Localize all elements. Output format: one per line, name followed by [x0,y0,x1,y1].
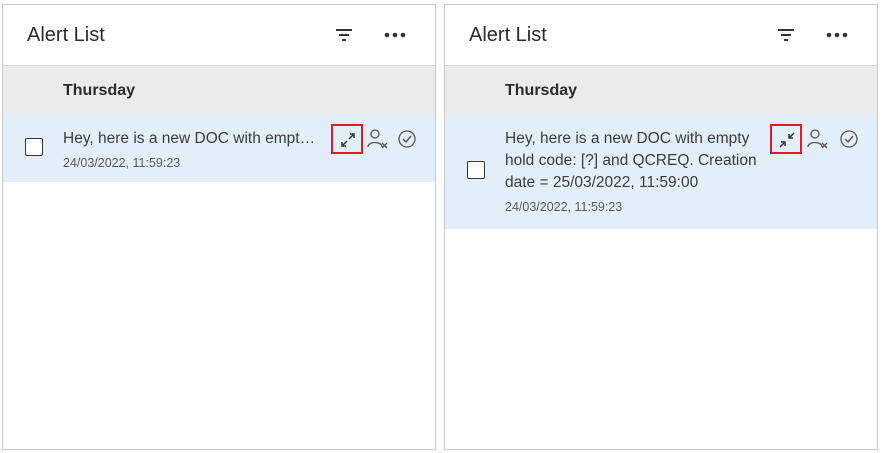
unassign-user-icon[interactable] [365,126,391,152]
alert-timestamp: 24/03/2022, 11:59:23 [505,200,623,214]
group-label: Thursday [63,82,136,99]
more-options-icon[interactable] [825,23,849,47]
panel-title: Alert List [469,24,547,46]
alert-list-panel-expanded: Alert List Thursday Hey, here is a new D… [444,4,878,450]
group-label: Thursday [505,82,578,99]
more-options-icon[interactable] [383,23,407,47]
filter-icon[interactable] [774,23,798,47]
expand-button[interactable] [331,124,363,154]
expand-icon [341,133,355,147]
alert-row[interactable]: Hey, here is a new DOC with empty hold c… [3,114,435,182]
unassign-user-icon[interactable] [805,126,831,152]
group-header: Thursday [3,66,435,114]
alert-timestamp: 24/03/2022, 11:59:23 [63,156,181,170]
alert-message: Hey, here is a new DOC with empty hold c… [63,130,319,147]
collapse-icon [779,132,795,148]
alert-checkbox[interactable] [467,161,485,179]
alert-list-panel-collapsed: Alert List Thursday Hey, here is a new D… [2,4,436,450]
panel-title: Alert List [27,24,105,46]
group-header: Thursday [445,66,877,114]
check-circle-icon[interactable] [394,126,420,152]
check-circle-icon[interactable] [836,126,862,152]
panel-header: Alert List [445,5,877,66]
filter-icon[interactable] [332,23,356,47]
panel-header: Alert List [3,5,435,66]
alert-checkbox[interactable] [25,138,43,156]
collapse-button[interactable] [770,124,802,154]
alert-message: Hey, here is a new DOC with empty hold c… [505,130,757,191]
alert-row[interactable]: Hey, here is a new DOC with empty hold c… [445,114,877,229]
